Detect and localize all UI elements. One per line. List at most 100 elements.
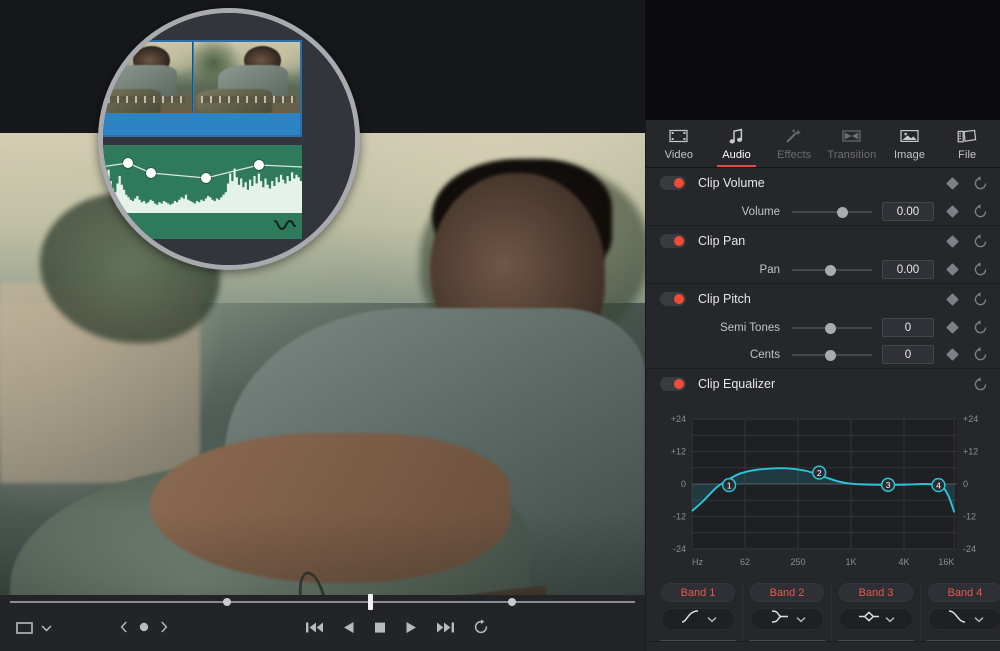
- eq-band-node[interactable]: 2: [812, 465, 827, 480]
- eq-response-plot[interactable]: 1 2 3 4 +24 +24 +12 +12 0 0 -12 -12 -24 -24 Hz 62 250 1K 4…: [656, 407, 991, 577]
- param-value[interactable]: 0: [882, 345, 934, 364]
- frame-view-controls: [16, 621, 52, 635]
- play-icon[interactable]: [405, 620, 418, 635]
- tab-transition[interactable]: Transition: [823, 120, 881, 167]
- eq-band-2: Band 2: [743, 583, 832, 641]
- low-cut-notch-icon: [769, 608, 791, 630]
- reset-icon[interactable]: [973, 262, 988, 277]
- high-shelf-icon: [947, 608, 969, 630]
- reset-icon[interactable]: [973, 376, 988, 392]
- band-enable-button[interactable]: Band 3: [839, 583, 913, 602]
- band-enable-button[interactable]: Band 2: [750, 583, 824, 602]
- reset-icon[interactable]: [973, 347, 988, 362]
- out-point-marker[interactable]: [508, 598, 516, 606]
- band-filter-type-select[interactable]: [661, 608, 735, 630]
- section-toggle[interactable]: [660, 234, 686, 248]
- param-value[interactable]: 0.00: [882, 260, 934, 279]
- param-row: Volume 0.00: [646, 198, 1000, 225]
- video-thumbnail: [103, 42, 193, 113]
- param-value[interactable]: 0: [882, 318, 934, 337]
- stop-icon[interactable]: [373, 620, 387, 635]
- tab-file[interactable]: File: [938, 120, 996, 167]
- param-label: Volume: [741, 205, 780, 218]
- reset-icon[interactable]: [973, 175, 988, 191]
- chevron-down-icon: [707, 610, 717, 628]
- chevron-right-icon[interactable]: [160, 621, 168, 633]
- slider-track: [792, 210, 872, 213]
- slider-knob[interactable]: [836, 206, 848, 218]
- band-enable-button[interactable]: Band 1: [661, 583, 735, 602]
- keyframe-diamond[interactable]: [946, 205, 959, 218]
- param-slider[interactable]: [792, 205, 872, 219]
- chevron-left-icon[interactable]: [120, 621, 128, 633]
- music-note-icon: [729, 126, 744, 146]
- keyframe-point[interactable]: [146, 168, 156, 178]
- jump-to-end-icon[interactable]: [436, 620, 455, 635]
- param-slider[interactable]: [792, 263, 872, 277]
- keyframe-diamond[interactable]: [946, 321, 959, 334]
- keyframe-diamond[interactable]: [946, 263, 959, 276]
- in-point-marker[interactable]: [223, 598, 231, 606]
- band-filter-type-select[interactable]: [750, 608, 824, 630]
- keyframe-diamond[interactable]: [946, 234, 959, 248]
- tab-video[interactable]: Video: [650, 120, 708, 167]
- loop-icon[interactable]: [473, 619, 489, 635]
- param-slider[interactable]: [792, 321, 872, 335]
- tab-audio[interactable]: Audio: [708, 120, 766, 167]
- chevron-down-icon[interactable]: [41, 624, 52, 632]
- eq-band-node[interactable]: 3: [880, 477, 896, 492]
- eq-y-tick-label: +12: [963, 447, 978, 457]
- eq-x-tick-label: 1K: [845, 557, 856, 567]
- tab-effects[interactable]: Effects: [765, 120, 823, 167]
- section-toggle[interactable]: [660, 176, 686, 190]
- tab-image[interactable]: Image: [881, 120, 939, 167]
- image-icon: [900, 126, 919, 146]
- eq-x-tick-label: 16K: [938, 557, 954, 567]
- band-filter-type-select[interactable]: [839, 608, 913, 630]
- top-background-strip: [645, 0, 1000, 120]
- eq-band-node[interactable]: 1: [721, 477, 737, 493]
- keyframe-point[interactable]: [123, 158, 133, 168]
- jump-to-start-icon[interactable]: [305, 620, 324, 635]
- reset-icon[interactable]: [973, 233, 988, 249]
- transport-controls: [0, 613, 645, 651]
- video-clip[interactable]: [103, 40, 302, 137]
- slider-knob[interactable]: [825, 264, 837, 276]
- scrubber[interactable]: [0, 593, 645, 611]
- slider-knob[interactable]: [825, 349, 837, 361]
- slider-knob[interactable]: [825, 322, 837, 334]
- audio-clip[interactable]: [103, 145, 302, 239]
- keyframe-dot-icon[interactable]: [138, 621, 150, 633]
- eq-graph[interactable]: 1 2 3 4 +24 +24 +12 +12 0 0 -12 -12 -24 -24 Hz 62 250 1K 4…: [656, 407, 991, 577]
- keyframe-diamond[interactable]: [946, 348, 959, 361]
- playhead[interactable]: [368, 594, 373, 610]
- eq-band-controls: Band 1 Band 2 Band 3 Band 4: [646, 577, 1000, 641]
- band-enable-button[interactable]: Band 4: [928, 583, 1000, 602]
- equalizer-title: Clip Equalizer: [698, 377, 776, 391]
- eq-y-tick-label: 0: [963, 479, 968, 489]
- play-reverse-icon[interactable]: [342, 620, 355, 635]
- frame-icon[interactable]: [16, 621, 33, 635]
- section-toggle[interactable]: [660, 292, 686, 306]
- equalizer-graph-area: 1 2 3 4 +24 +24 +12 +12 0 0 -12 -12 -24 -24 Hz 62 250 1K 4…: [646, 399, 1000, 577]
- eq-y-tick-label: -24: [673, 544, 686, 554]
- video-clip-body[interactable]: [103, 113, 300, 135]
- keyframe-point[interactable]: [254, 160, 264, 170]
- keyframe-point[interactable]: [201, 173, 211, 183]
- thumb-frets: [103, 95, 186, 104]
- thumb-frets: [200, 95, 297, 104]
- band-filter-type-select[interactable]: [928, 608, 1000, 630]
- param-slider[interactable]: [792, 348, 872, 362]
- reset-icon[interactable]: [973, 291, 988, 307]
- param-value[interactable]: 0.00: [882, 202, 934, 221]
- reset-icon[interactable]: [973, 204, 988, 219]
- eq-y-tick-label: -24: [963, 544, 976, 554]
- reset-icon[interactable]: [973, 320, 988, 335]
- eq-band-node[interactable]: 4: [931, 477, 946, 493]
- keyframe-diamond[interactable]: [946, 176, 959, 190]
- equalizer-toggle[interactable]: [660, 377, 686, 391]
- scrubber-track[interactable]: [10, 601, 635, 603]
- audio-curve-icon[interactable]: [274, 217, 296, 233]
- keyframe-diamond[interactable]: [946, 292, 959, 306]
- eq-band-1: Band 1: [654, 583, 743, 641]
